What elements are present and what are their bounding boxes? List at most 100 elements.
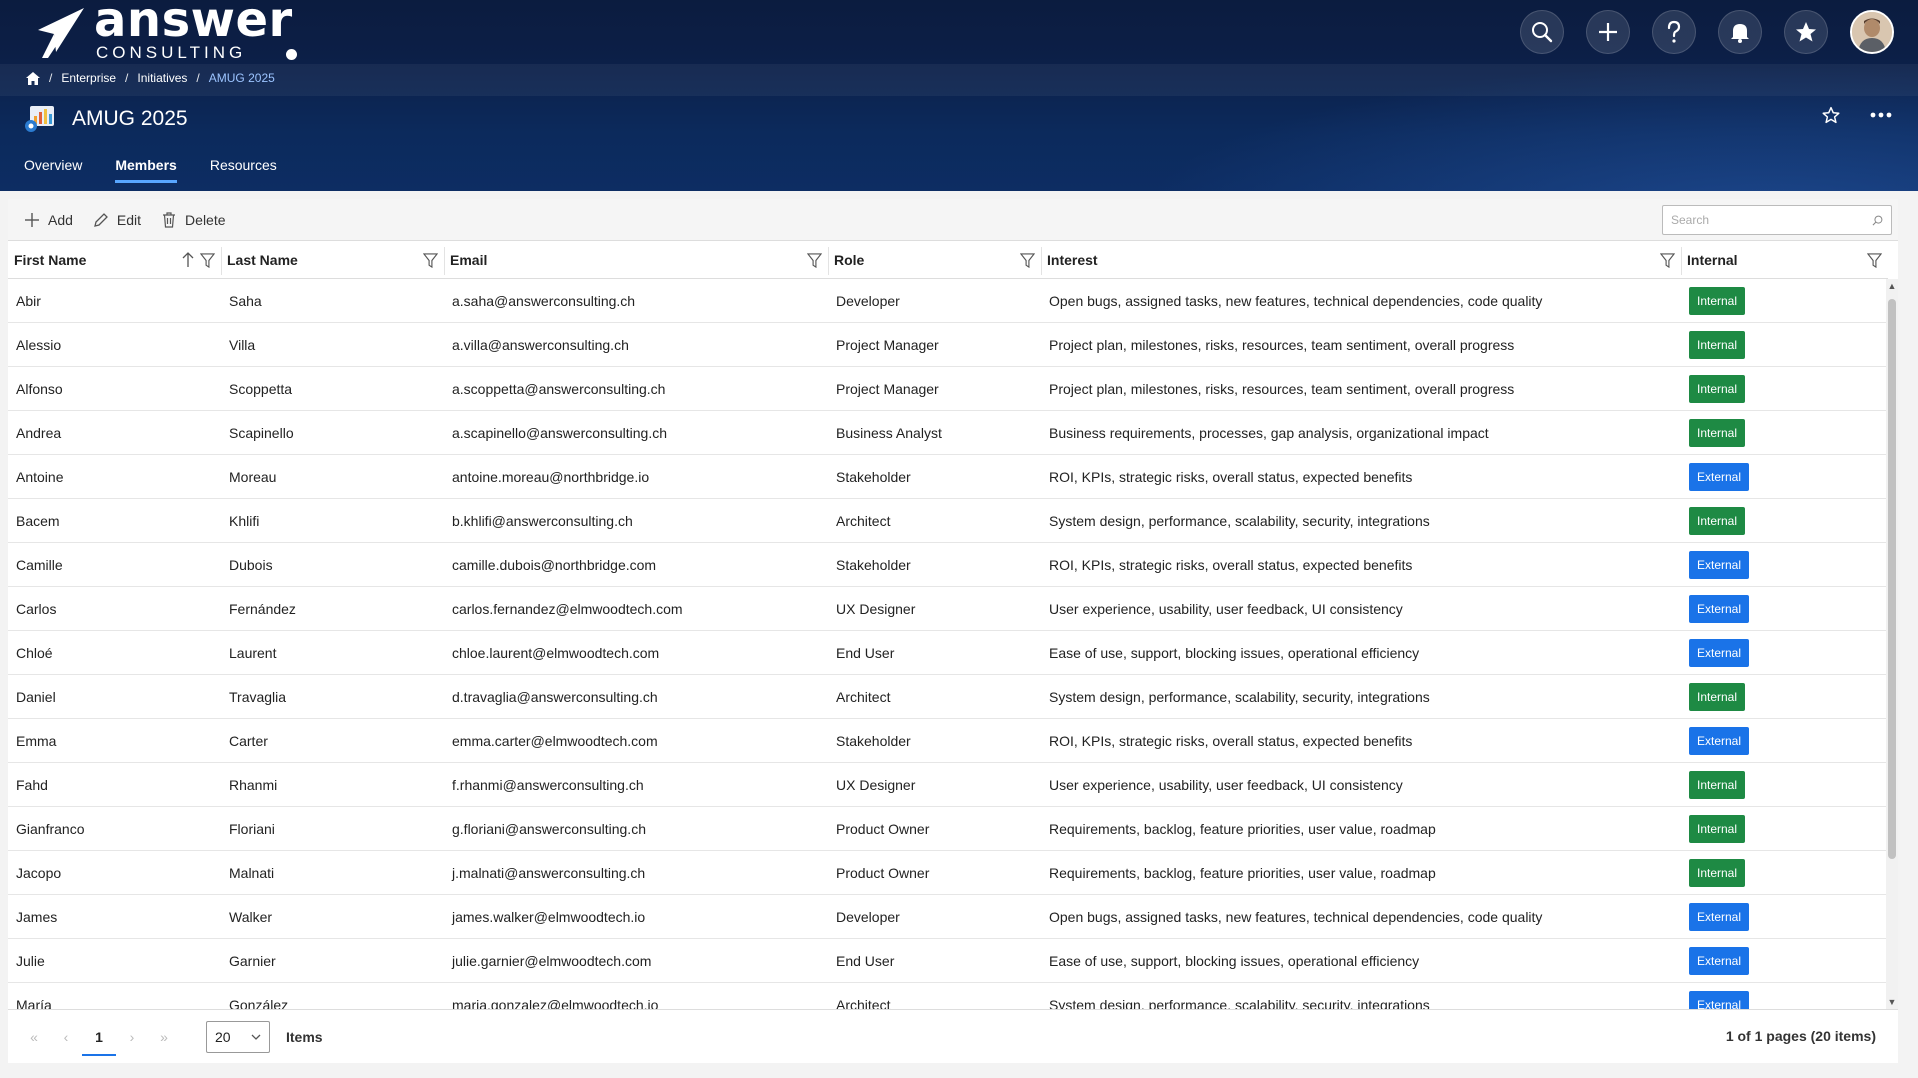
cell-role: Project Manager: [836, 337, 939, 353]
search-button[interactable]: [1520, 10, 1564, 54]
cell-internal: Internal: [1681, 279, 1888, 323]
column-header-first-name[interactable]: First Name: [8, 241, 221, 279]
cell-email: emma.carter@elmwoodtech.com: [452, 733, 658, 749]
column-header-internal[interactable]: Internal: [1681, 241, 1888, 279]
cell-internal: External: [1681, 895, 1888, 939]
cell-interest: Project plan, milestones, risks, resourc…: [1049, 337, 1515, 353]
cell-internal: Internal: [1681, 499, 1888, 543]
cell-internal: External: [1681, 587, 1888, 631]
cell-interest: User experience, usability, user feedbac…: [1049, 601, 1403, 617]
cell-first-name: Antoine: [16, 469, 64, 485]
brand-mark-icon: [38, 8, 84, 58]
plus-icon: [1599, 23, 1617, 41]
cell-last-name: Dubois: [229, 557, 273, 573]
tab-resources[interactable]: Resources: [210, 157, 277, 183]
user-avatar[interactable]: [1850, 10, 1894, 54]
cell-role: Architect: [836, 997, 891, 1009]
scrollbar-thumb[interactable]: [1888, 299, 1896, 859]
status-badge: External: [1689, 727, 1750, 755]
cell-internal: External: [1681, 631, 1888, 675]
table-row[interactable]: Abir Saha a.saha@answerconsulting.ch Develo…: [8, 279, 1888, 323]
filter-icon[interactable]: [423, 253, 438, 268]
column-header-role[interactable]: Role: [828, 241, 1041, 279]
cell-interest: Ease of use, support, blocking issues, o…: [1049, 953, 1420, 969]
sort-ascending-icon[interactable]: [181, 252, 195, 268]
table-row[interactable]: Camille Dubois camille.dubois@northbridge.…: [8, 543, 1888, 587]
app-header: answer CONSULTING / Enterprise / Initiat…: [0, 0, 1918, 191]
next-page-icon[interactable]: ›: [116, 1029, 148, 1045]
table-row[interactable]: Alfonso Scoppetta a.scoppetta@answerconsul…: [8, 367, 1888, 411]
status-badge: External: [1689, 463, 1750, 491]
home-icon[interactable]: [26, 71, 40, 85]
cell-email: james.walker@elmwoodtech.io: [452, 909, 646, 925]
cell-first-name: Alfonso: [16, 381, 63, 397]
table-row[interactable]: James Walker james.walker@elmwoodtech.io De…: [8, 895, 1888, 939]
delete-button[interactable]: Delete: [151, 205, 235, 235]
table-row[interactable]: Antoine Moreau antoine.moreau@northbridge.…: [8, 455, 1888, 499]
cell-interest: User experience, usability, user feedbac…: [1049, 777, 1403, 793]
cell-last-name: Walker: [229, 909, 273, 925]
filter-icon[interactable]: [807, 253, 822, 268]
tab-overview[interactable]: Overview: [24, 157, 82, 183]
cell-interest: Requirements, backlog, feature prioritie…: [1049, 865, 1436, 881]
tab-members[interactable]: Members: [115, 157, 178, 183]
previous-page-icon[interactable]: ‹: [50, 1029, 82, 1045]
table-row[interactable]: Jacopo Malnati j.malnati@answerconsulting.…: [8, 851, 1888, 895]
cell-last-name: Fernández: [229, 601, 296, 617]
cell-email: maria.gonzalez@elmwoodtech.io: [452, 997, 659, 1009]
filter-icon[interactable]: [1020, 253, 1035, 268]
scroll-up-arrow-icon[interactable]: ▲: [1887, 281, 1897, 291]
cell-last-name: Malnati: [229, 865, 275, 881]
breadcrumb-current: AMUG 2025: [208, 71, 275, 85]
table-row[interactable]: Andrea Scapinello a.scapinello@answerconsu…: [8, 411, 1888, 455]
table-row[interactable]: Carlos Fernández carlos.fernandez@elmwoodt…: [8, 587, 1888, 631]
table-row[interactable]: Gianfranco Floriani g.floriani@answerconsu…: [8, 807, 1888, 851]
table-row[interactable]: Emma Carter emma.carter@elmwoodtech.com Sta…: [8, 719, 1888, 763]
search-icon[interactable]: [1872, 215, 1883, 226]
table-row[interactable]: Fahd Rhanmi f.rhanmi@answerconsulting.ch UX…: [8, 763, 1888, 807]
create-button[interactable]: [1586, 10, 1630, 54]
cell-last-name: Carter: [229, 733, 268, 749]
table-row[interactable]: María González maria.gonzalez@elmwoodtech.…: [8, 983, 1888, 1009]
breadcrumb-enterprise[interactable]: Enterprise: [61, 71, 116, 85]
more-options-icon[interactable]: [1870, 112, 1892, 118]
table-row[interactable]: Bacem Khlifi b.khlifi@answerconsulting.ch A…: [8, 499, 1888, 543]
table-row[interactable]: Alessio Villa a.villa@answerconsulting.ch P…: [8, 323, 1888, 367]
breadcrumb-initiatives[interactable]: Initiatives: [137, 71, 187, 85]
page-number-current[interactable]: 1: [82, 1010, 116, 1064]
notifications-button[interactable]: [1718, 10, 1762, 54]
page-title: AMUG 2025: [72, 107, 188, 130]
add-button[interactable]: Add: [8, 205, 83, 235]
column-header-email[interactable]: Email: [444, 241, 828, 279]
column-header-interest[interactable]: Interest: [1041, 241, 1681, 279]
search-input[interactable]: [1671, 213, 1872, 227]
filter-icon[interactable]: [1660, 253, 1675, 268]
filter-icon[interactable]: [1867, 253, 1882, 268]
table-row[interactable]: Julie Garnier julie.garnier@elmwoodtech.co…: [8, 939, 1888, 983]
help-button[interactable]: [1652, 10, 1696, 54]
column-header-last-name[interactable]: Last Name: [221, 241, 444, 279]
edit-button[interactable]: Edit: [83, 205, 151, 235]
grid-header: First Name Last Name Email Role Interest…: [8, 241, 1888, 279]
status-badge: Internal: [1689, 815, 1746, 843]
first-page-icon[interactable]: «: [18, 1029, 50, 1045]
cell-email: antoine.moreau@northbridge.io: [452, 469, 650, 485]
column-title: Internal: [1687, 252, 1738, 268]
table-row[interactable]: Daniel Travaglia d.travaglia@answerconsult…: [8, 675, 1888, 719]
favorite-star-icon[interactable]: [1822, 106, 1840, 124]
favorites-button[interactable]: [1784, 10, 1828, 54]
status-badge: Internal: [1689, 859, 1746, 887]
top-actions: [1520, 10, 1894, 54]
brand-logo[interactable]: answer CONSULTING: [32, 0, 297, 62]
table-row[interactable]: Chloé Laurent chloe.laurent@elmwoodtech.co…: [8, 631, 1888, 675]
cell-interest: Requirements, backlog, feature prioritie…: [1049, 821, 1436, 837]
cell-first-name: Camille: [16, 557, 63, 573]
vertical-scrollbar[interactable]: ▲ ▼: [1886, 279, 1898, 1009]
search-box[interactable]: [1662, 205, 1892, 235]
page-size-select[interactable]: 20: [206, 1020, 270, 1053]
cell-first-name: Carlos: [16, 601, 57, 617]
cell-internal: Internal: [1681, 807, 1888, 851]
last-page-icon[interactable]: »: [148, 1029, 180, 1045]
scroll-down-arrow-icon[interactable]: ▼: [1887, 997, 1897, 1007]
filter-icon[interactable]: [200, 253, 215, 268]
